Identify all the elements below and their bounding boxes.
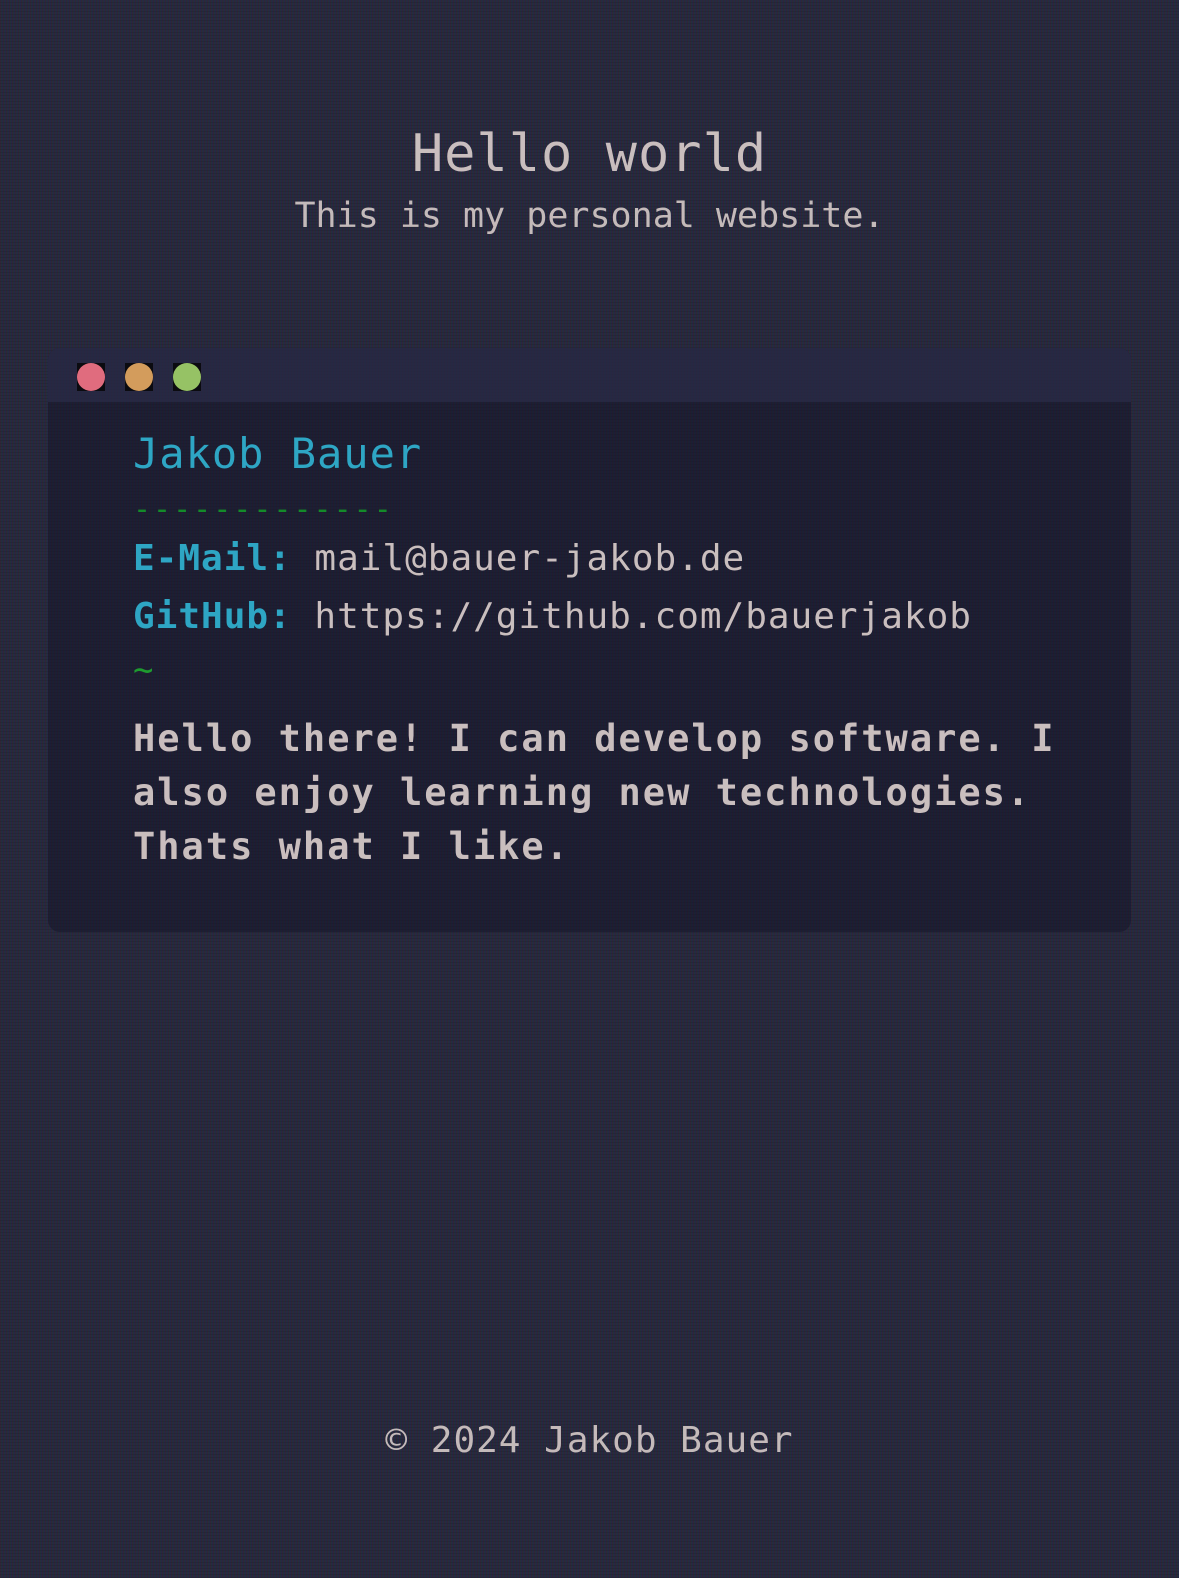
github-row: GitHub: https://github.com/bauerjakob bbox=[133, 588, 1063, 646]
page-subtitle: This is my personal website. bbox=[294, 196, 885, 236]
email-label: E-Mail: bbox=[133, 538, 292, 579]
page-footer: © 2024 Jakob Bauer bbox=[0, 1418, 1179, 1464]
terminal-titlebar bbox=[48, 348, 1131, 402]
email-value: mail@bauer-jakob.de bbox=[314, 538, 746, 579]
name-underline: ------------- bbox=[133, 492, 394, 527]
copyright-text: © 2024 Jakob Bauer bbox=[385, 1420, 794, 1461]
email-row: E-Mail: mail@bauer-jakob.de bbox=[133, 530, 1063, 588]
page-header: Hello world This is my personal website. bbox=[0, 120, 1179, 238]
maximize-window-icon bbox=[173, 363, 201, 391]
terminal-window: Jakob Bauer ------------- E-Mail: mail@b… bbox=[48, 348, 1131, 932]
bio-text: Hello there! I can develop software. I a… bbox=[133, 717, 1056, 868]
terminal-content: Jakob Bauer ------------- E-Mail: mail@b… bbox=[133, 426, 1063, 874]
prompt-tilde: ~ bbox=[133, 650, 154, 690]
profile-name: Jakob Bauer bbox=[133, 429, 423, 478]
github-value: https://github.com/bauerjakob bbox=[314, 596, 972, 637]
close-window-icon bbox=[77, 363, 105, 391]
page-title: Hello world bbox=[411, 124, 768, 184]
minimize-window-icon bbox=[125, 363, 153, 391]
github-label: GitHub: bbox=[133, 596, 292, 637]
